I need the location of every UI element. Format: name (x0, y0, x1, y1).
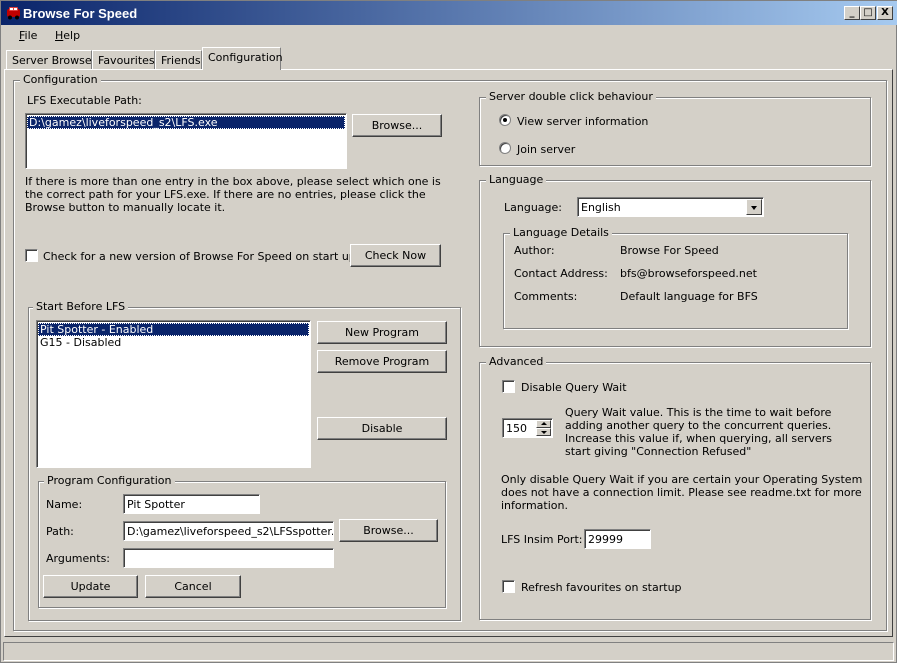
disable-query-wait-checkbox[interactable] (502, 380, 515, 393)
disable-program-button[interactable]: Disable (317, 417, 447, 440)
program-name-input[interactable]: Pit Spotter (123, 494, 260, 514)
language-details-group-label: Language Details (510, 226, 612, 239)
close-button[interactable]: X (877, 6, 893, 20)
query-wait-value: 150 (506, 422, 527, 435)
radio-join-server-label: Join server (517, 143, 576, 156)
minimize-button[interactable]: _ (844, 6, 860, 20)
configuration-group-label: Configuration (20, 73, 101, 86)
exe-help-text: If there is more than one entry in the b… (25, 175, 441, 214)
insim-port-label: LFS Insim Port: (501, 533, 583, 546)
check-version-label: Check for a new version of Browse For Sp… (43, 250, 356, 263)
program-arguments-label: Arguments: (46, 552, 111, 565)
exe-browse-button-label: Browse... (371, 119, 423, 132)
radio-view-server-info-label: View server information (517, 115, 649, 128)
new-program-button[interactable]: New Program (317, 321, 447, 344)
program-path-label: Path: (46, 525, 74, 538)
advanced-group-label: Advanced (486, 355, 547, 368)
exe-browse-button[interactable]: Browse... (352, 114, 442, 137)
check-now-button-label: Check Now (364, 249, 427, 262)
program-item-pit-spotter[interactable]: Pit Spotter - Enabled (38, 323, 309, 336)
tab-friends[interactable]: Friends (155, 50, 202, 70)
new-program-button-label: New Program (345, 326, 419, 339)
remove-program-button[interactable]: Remove Program (317, 350, 447, 373)
menu-file[interactable]: File (19, 29, 37, 42)
title-bar[interactable]: Browse For Speed _ □ X (1, 1, 897, 25)
menu-help[interactable]: Help (55, 29, 80, 42)
refresh-favourites-checkbox[interactable] (502, 580, 515, 593)
exe-path-list[interactable]: D:\gamez\liveforspeed_s2\LFS.exe (25, 113, 347, 169)
language-label: Language: (504, 201, 562, 214)
cancel-button[interactable]: Cancel (145, 575, 241, 598)
language-group-label: Language (486, 173, 547, 186)
language-select[interactable]: English (577, 197, 764, 217)
comments-value: Default language for BFS (620, 290, 758, 303)
check-version-checkbox[interactable] (25, 249, 38, 262)
program-arguments-input[interactable] (123, 548, 334, 568)
exe-path-label: LFS Executable Path: (27, 94, 142, 107)
language-select-value: English (581, 201, 621, 214)
double-click-group-label: Server double click behaviour (486, 90, 656, 103)
disable-query-wait-note: Only disable Query Wait if you are certa… (501, 473, 863, 512)
author-value: Browse For Speed (620, 244, 719, 257)
cancel-button-label: Cancel (174, 580, 212, 593)
program-path-input[interactable]: D:\gamez\liveforspeed_s2\LFSspotter.exe (123, 521, 334, 541)
tab-favourites[interactable]: Favourites (92, 50, 155, 70)
program-item-g15[interactable]: G15 - Disabled (38, 336, 309, 349)
app-car-icon (7, 7, 20, 20)
exe-path-item[interactable]: D:\gamez\liveforspeed_s2\LFS.exe (27, 116, 345, 129)
radio-join-server[interactable] (499, 142, 511, 154)
query-wait-description: Query Wait value. This is the time to wa… (565, 406, 832, 458)
program-name-label: Name: (46, 498, 83, 511)
program-browse-button[interactable]: Browse... (339, 519, 438, 542)
tab-strip: Server Browser Favourites Friends Config… (1, 47, 897, 70)
window-title: Browse For Speed (23, 6, 138, 21)
author-label: Author: (514, 244, 555, 257)
disable-query-wait-label: Disable Query Wait (521, 381, 627, 394)
start-before-group-label: Start Before LFS (33, 300, 129, 313)
query-wait-spinner[interactable]: 150 (502, 418, 553, 438)
remove-program-button-label: Remove Program (334, 355, 430, 368)
update-button-label: Update (70, 580, 111, 593)
menu-file-rest: ile (24, 29, 38, 42)
spin-up-icon[interactable] (536, 420, 551, 428)
insim-port-input[interactable]: 29999 (584, 529, 651, 549)
update-button[interactable]: Update (43, 575, 138, 598)
program-browse-button-label: Browse... (363, 524, 414, 537)
tab-server-browser[interactable]: Server Browser (6, 50, 96, 70)
tab-configuration[interactable]: Configuration (202, 47, 283, 70)
program-list[interactable]: Pit Spotter - Enabled G15 - Disabled (36, 320, 311, 468)
refresh-favourites-label: Refresh favourites on startup (521, 581, 682, 594)
menu-help-rest: elp (63, 29, 81, 42)
radio-view-server-info[interactable] (499, 114, 511, 126)
menu-bar: File Help (1, 25, 897, 47)
maximize-button[interactable]: □ (860, 6, 876, 20)
disable-program-button-label: Disable (361, 422, 403, 435)
check-now-button[interactable]: Check Now (350, 244, 441, 267)
spin-down-icon[interactable] (536, 428, 551, 436)
contact-value: bfs@browseforspeed.net (620, 267, 757, 280)
chevron-down-icon[interactable] (746, 199, 762, 215)
app-window: Browse For Speed _ □ X File Help Server … (0, 0, 897, 663)
contact-label: Contact Address: (514, 267, 608, 280)
comments-label: Comments: (514, 290, 578, 303)
program-config-group-label: Program Configuration (44, 474, 175, 487)
status-bar (3, 642, 894, 661)
